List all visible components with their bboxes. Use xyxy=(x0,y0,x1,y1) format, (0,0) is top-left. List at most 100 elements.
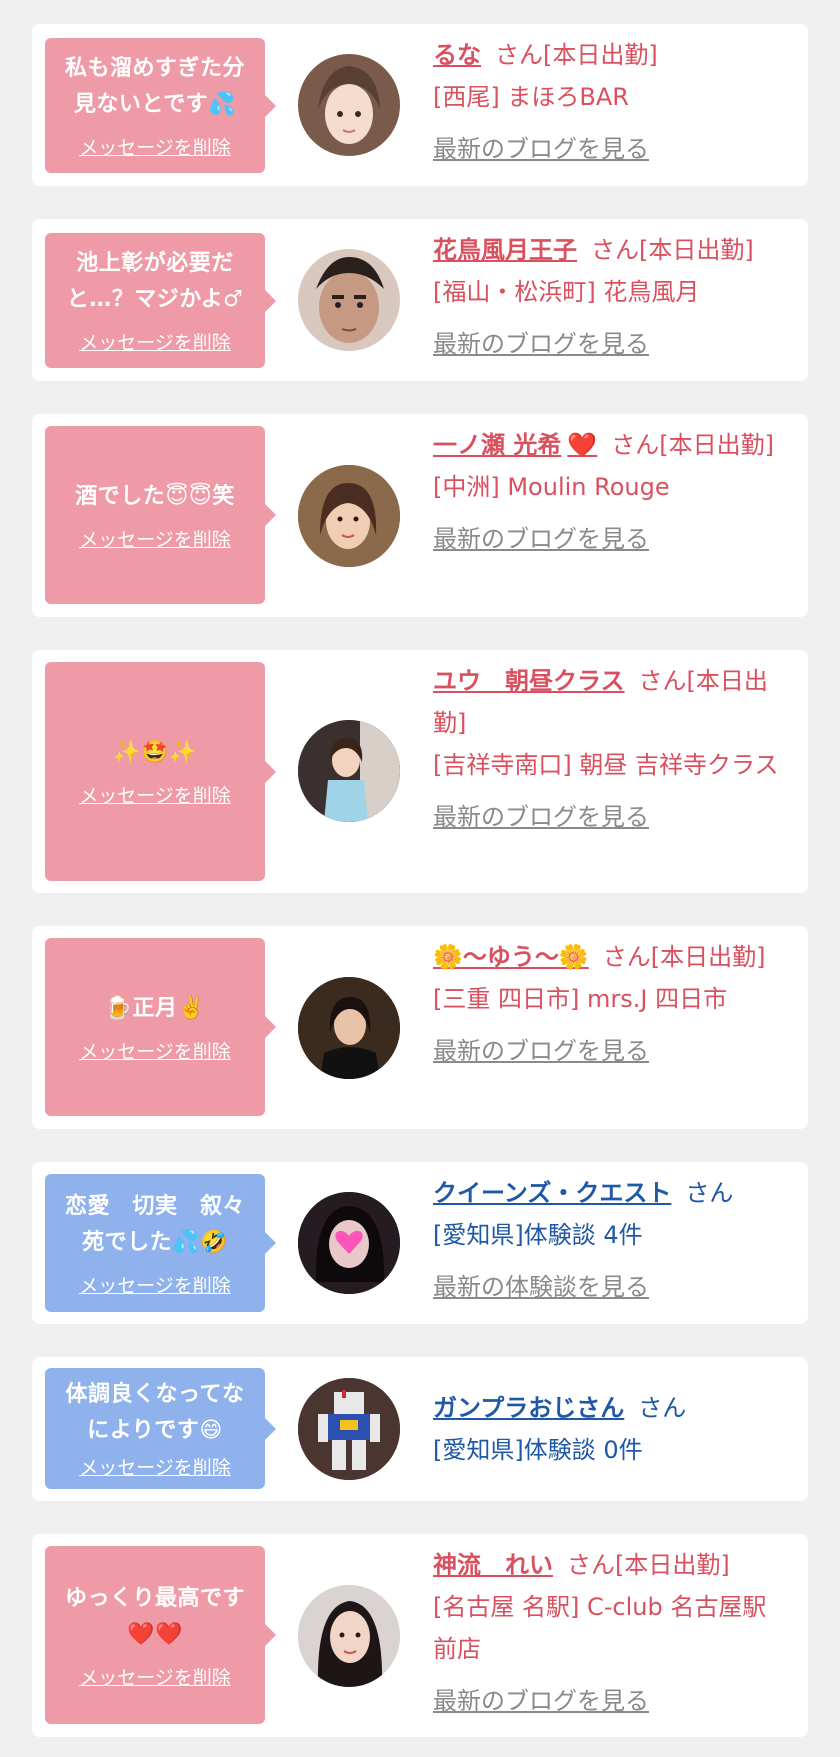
work-status: [本日出勤] xyxy=(659,431,774,459)
message-bubble: 池上彰が必要だ と…？マジかよ♂ メッセージを削除 xyxy=(45,233,276,368)
peace-icon: ✌️ xyxy=(177,995,206,1021)
profile-name-link[interactable]: 花鳥風月王子 xyxy=(433,236,577,264)
latest-blog-link[interactable]: 最新のブログを見る xyxy=(433,518,786,560)
delete-message-link[interactable]: メッセージを削除 xyxy=(79,1453,231,1480)
message-card: ゆっくり最高です ❤️❤️ メッセージを削除 神流 れい さん[本日出勤] [名古… xyxy=(32,1534,808,1737)
honorific: さん xyxy=(611,431,660,459)
message-card: ✨🤩✨ メッセージを削除 ユウ 朝昼クラス さん[本日出勤] [吉祥寺南口] 朝昼… xyxy=(32,650,808,893)
avatar-image xyxy=(298,465,400,567)
message-text: 私も溜めすぎた分 見ないとです💦 xyxy=(64,56,245,117)
avatar[interactable] xyxy=(298,1192,400,1294)
avatar[interactable] xyxy=(298,54,400,156)
avatar-image xyxy=(316,257,384,343)
profile-name-link[interactable]: クイーンズ・クエスト xyxy=(433,1179,671,1207)
profile-name-link[interactable]: ユウ 朝昼クラス xyxy=(433,667,625,695)
shop-location: [三重 四日市] mrs.J 四日市 xyxy=(433,985,728,1013)
honorific: さん xyxy=(495,41,543,69)
latest-blog-link[interactable]: 最新のブログを見る xyxy=(433,796,786,838)
honorific: さん xyxy=(638,667,687,695)
message-bubble: 私も溜めすぎた分 見ないとです💦 メッセージを削除 xyxy=(45,38,276,173)
delete-message-link[interactable]: メッセージを削除 xyxy=(79,133,231,160)
message-bubble: ✨🤩✨ メッセージを削除 xyxy=(45,662,276,881)
message-bubble: 酒でした😇😇笑 メッセージを削除 xyxy=(45,426,276,604)
avatar-image xyxy=(298,1585,400,1687)
message-text: 恋愛 切実 叙々 苑でした💦🤣 xyxy=(64,1193,245,1255)
shop-location: [福山・松浜町] 花鳥風月 xyxy=(433,278,700,306)
message-text: 酒でした😇😇笑 xyxy=(75,483,235,509)
latest-blog-link[interactable]: 最新のブログを見る xyxy=(433,323,786,365)
profile-info: るな さん[本日出勤] [西尾] まほろBAR 最新のブログを見る xyxy=(433,34,786,170)
latest-blog-link[interactable]: 最新のブログを見る xyxy=(433,1030,786,1072)
profile-name-link[interactable]: るな xyxy=(433,41,481,69)
message-bubble: ゆっくり最高です ❤️❤️ メッセージを削除 xyxy=(45,1546,276,1724)
profile-name-link[interactable]: ガンプラおじさん xyxy=(433,1394,624,1422)
review-count: [愛知県]体験談 0件 xyxy=(433,1436,643,1464)
honorific: さん xyxy=(638,1394,687,1422)
honorific: さん xyxy=(591,236,639,264)
delete-message-link[interactable]: メッセージを削除 xyxy=(79,328,231,355)
sparkle-icon: ✨🤩✨ xyxy=(113,740,197,765)
profile-name-link[interactable]: 🌼〜ゆう〜🌼 xyxy=(433,943,589,971)
shop-location: [西尾] まほろBAR xyxy=(433,83,629,111)
profile-info: ガンプラおじさん さん [愛知県]体験談 0件 xyxy=(433,1387,786,1471)
message-bubble: 🍺正月✌️ メッセージを削除 xyxy=(45,938,276,1116)
delete-message-link[interactable]: メッセージを削除 xyxy=(79,1271,231,1298)
profile-info: クイーンズ・クエスト さん [愛知県]体験談 4件 最新の体験談を見る xyxy=(433,1172,786,1308)
work-status: [本日出勤] xyxy=(639,236,754,264)
shop-location: [中洲] Moulin Rouge xyxy=(433,473,670,501)
message-card: 酒でした😇😇笑 メッセージを削除 一ノ瀬 光希 ❤️ さん[本日出勤] [中洲] M… xyxy=(32,414,808,617)
message-text: 池上彰が必要だ と…？マジかよ♂ xyxy=(66,251,244,312)
beer-icon: 🍺 xyxy=(104,995,133,1021)
delete-message-link[interactable]: メッセージを削除 xyxy=(79,1037,231,1064)
delete-message-link[interactable]: メッセージを削除 xyxy=(79,525,231,552)
work-status: [本日出勤] xyxy=(543,41,658,69)
message-list: 私も溜めすぎた分 見ないとです💦 メッセージを削除 るな さん[本日出勤] [西尾… xyxy=(0,0,840,1757)
message-text: ✨🤩✨ xyxy=(113,735,197,771)
work-status: [本日出勤] xyxy=(615,1551,730,1579)
avatar[interactable] xyxy=(298,1378,400,1480)
avatar-image xyxy=(318,66,380,144)
honorific: さん xyxy=(685,1179,734,1207)
avatar[interactable] xyxy=(298,1585,400,1687)
avatar[interactable] xyxy=(298,465,400,567)
avatar-image xyxy=(298,1192,400,1294)
latest-blog-link[interactable]: 最新のブログを見る xyxy=(433,128,786,170)
profile-info: 神流 れい さん[本日出勤] [名古屋 名駅] C-club 名古屋駅前店 最新の… xyxy=(433,1544,786,1722)
avatar[interactable] xyxy=(298,977,400,1079)
latest-review-link[interactable]: 最新の体験談を見る xyxy=(433,1266,786,1308)
message-text: 🍺正月✌️ xyxy=(104,995,206,1021)
flower-icon: 🌼 xyxy=(558,943,589,971)
avatar-image xyxy=(298,720,400,822)
delete-message-link[interactable]: メッセージを削除 xyxy=(79,781,231,808)
profile-info: 🌼〜ゆう〜🌼 さん[本日出勤] [三重 四日市] mrs.J 四日市 最新のブログ… xyxy=(433,936,786,1072)
heart-icon: ❤️❤️ xyxy=(127,1621,183,1647)
message-bubble: 体調良くなってな によりです😄 メッセージを削除 xyxy=(45,1368,276,1489)
profile-name-link[interactable]: 一ノ瀬 光希 ❤️ xyxy=(433,431,597,459)
profile-info: ユウ 朝昼クラス さん[本日出勤] [吉祥寺南口] 朝昼 吉祥寺クラス 最新のブロ… xyxy=(433,660,786,838)
message-card: 体調良くなってな によりです😄 メッセージを削除 ガンプラおじさん さん [愛知県… xyxy=(32,1357,808,1501)
honorific: さん xyxy=(602,943,651,971)
message-text: 体調良くなってな によりです😄 xyxy=(65,1382,245,1443)
review-count: [愛知県]体験談 4件 xyxy=(433,1221,643,1249)
message-card: 🍺正月✌️ メッセージを削除 🌼〜ゆう〜🌼 さん[本日出勤] [三重 四日市] m… xyxy=(32,926,808,1129)
avatar[interactable] xyxy=(298,720,400,822)
shop-location: [名古屋 名駅] C-club 名古屋駅前店 xyxy=(433,1593,767,1663)
avatar-image xyxy=(298,977,400,1079)
avatar[interactable] xyxy=(298,249,400,351)
latest-blog-link[interactable]: 最新のブログを見る xyxy=(433,1680,786,1722)
shop-location: [吉祥寺南口] 朝昼 吉祥寺クラス xyxy=(433,751,779,779)
honorific: さん xyxy=(567,1551,615,1579)
message-card: 私も溜めすぎた分 見ないとです💦 メッセージを削除 るな さん[本日出勤] [西尾… xyxy=(32,24,808,186)
message-bubble: 恋愛 切実 叙々 苑でした💦🤣 メッセージを削除 xyxy=(45,1174,276,1312)
message-text: ゆっくり最高です ❤️❤️ xyxy=(64,1585,245,1647)
work-status: [本日出勤] xyxy=(650,943,766,971)
avatar-image xyxy=(298,1378,400,1480)
profile-info: 花鳥風月王子 さん[本日出勤] [福山・松浜町] 花鳥風月 最新のブログを見る xyxy=(433,229,786,365)
flower-icon: 🌼 xyxy=(433,943,463,971)
profile-name-link[interactable]: 神流 れい xyxy=(433,1551,553,1579)
profile-info: 一ノ瀬 光希 ❤️ さん[本日出勤] [中洲] Moulin Rouge 最新のブロ… xyxy=(433,424,786,560)
delete-message-link[interactable]: メッセージを削除 xyxy=(79,1663,231,1690)
message-card: 池上彰が必要だ と…？マジかよ♂ メッセージを削除 花鳥風月王子 さん[本日出勤]… xyxy=(32,219,808,381)
heart-icon: ❤️ xyxy=(567,431,598,459)
message-card: 恋愛 切実 叙々 苑でした💦🤣 メッセージを削除 クイーンズ・クエスト さん [愛… xyxy=(32,1162,808,1324)
